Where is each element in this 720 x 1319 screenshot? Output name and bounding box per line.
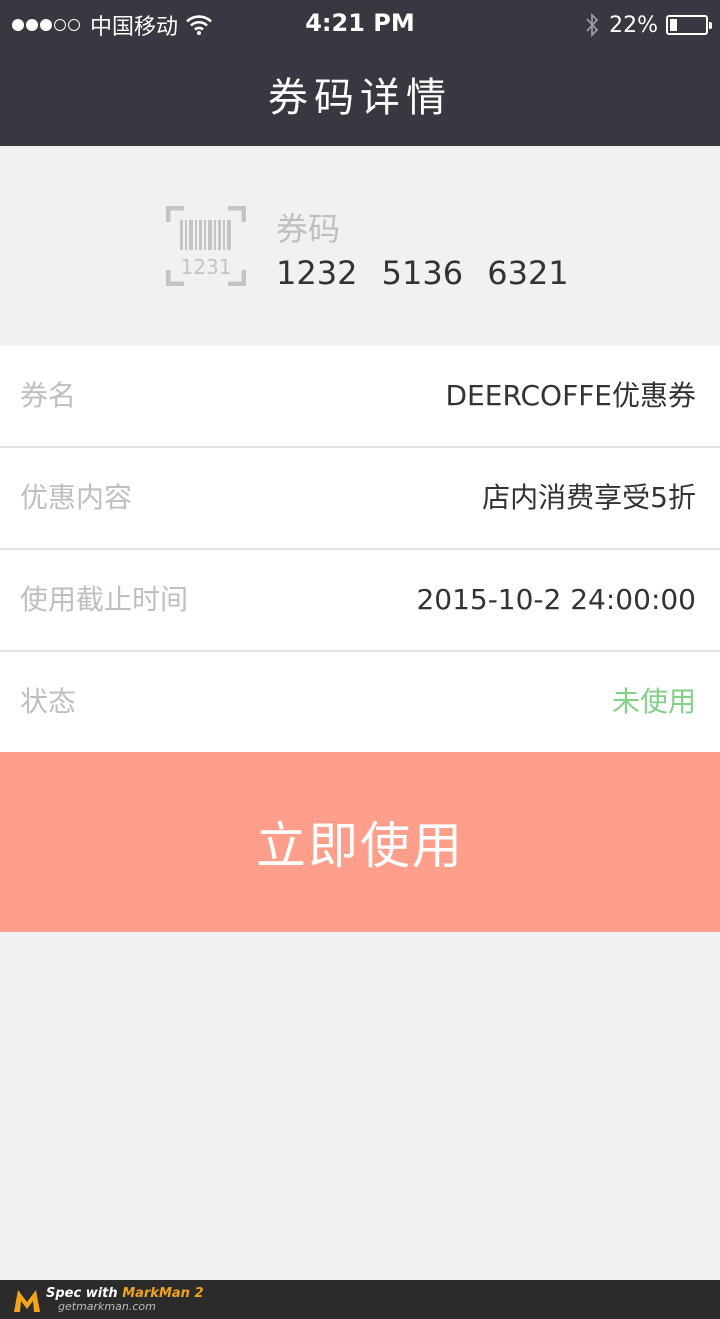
status-badge: 未使用 [611, 685, 696, 718]
markman-footer: Spec with MarkMan 2 getmarkman.com [0, 1280, 720, 1319]
coupon-name-label: 券名 [20, 379, 77, 412]
use-now-button-label: 立即使用 [256, 817, 464, 875]
discount-label: 优惠内容 [20, 481, 133, 514]
coupon-details-list: 券名 DEERCOFFE优惠券 优惠内容 店内消费享受5折 使用截止时间 201… [0, 346, 720, 752]
markman-logo-icon [14, 1290, 40, 1312]
barcode-icon: 1231 [166, 206, 246, 286]
markman-url[interactable]: getmarkman.com [58, 1300, 156, 1313]
status-bar-right: 22% [585, 11, 712, 39]
battery-percent: 22% [609, 12, 658, 38]
coupon-code-section: 1231 券码 1232 5136 6321 [0, 146, 720, 346]
battery-level [670, 19, 677, 31]
code-value: 1232 5136 6321 [276, 254, 569, 292]
nav-bar: 券码详情 [0, 50, 720, 146]
battery-icon [666, 15, 712, 35]
discount-row: 优惠内容 店内消费享受5折 [0, 448, 720, 550]
bluetooth-icon [586, 13, 599, 37]
markman-tagline-prefix: Spec with [46, 1286, 123, 1301]
code-label: 券码 [276, 210, 341, 248]
status-label: 状态 [20, 685, 77, 718]
discount-value: 店内消费享受5折 [482, 481, 696, 514]
page-title: 券码详情 [268, 75, 452, 121]
expiry-value: 2015-10-2 24:00:00 [416, 583, 696, 616]
expiry-label: 使用截止时间 [20, 583, 189, 616]
markman-brand: MarkMan 2 [122, 1286, 204, 1301]
markman-tagline: Spec with MarkMan 2 [46, 1286, 204, 1301]
status-row: 状态 未使用 [0, 652, 720, 752]
coupon-name-row: 券名 DEERCOFFE优惠券 [0, 346, 720, 448]
expiry-row: 使用截止时间 2015-10-2 24:00:00 [0, 550, 720, 652]
battery-tip [709, 22, 712, 29]
coupon-name-value: DEERCOFFE优惠券 [445, 379, 697, 412]
use-now-button[interactable]: 立即使用 [0, 752, 720, 932]
barcode-number: 1231 [181, 255, 232, 279]
status-bar: 中国移动 4:21 PM 22% [0, 0, 720, 50]
